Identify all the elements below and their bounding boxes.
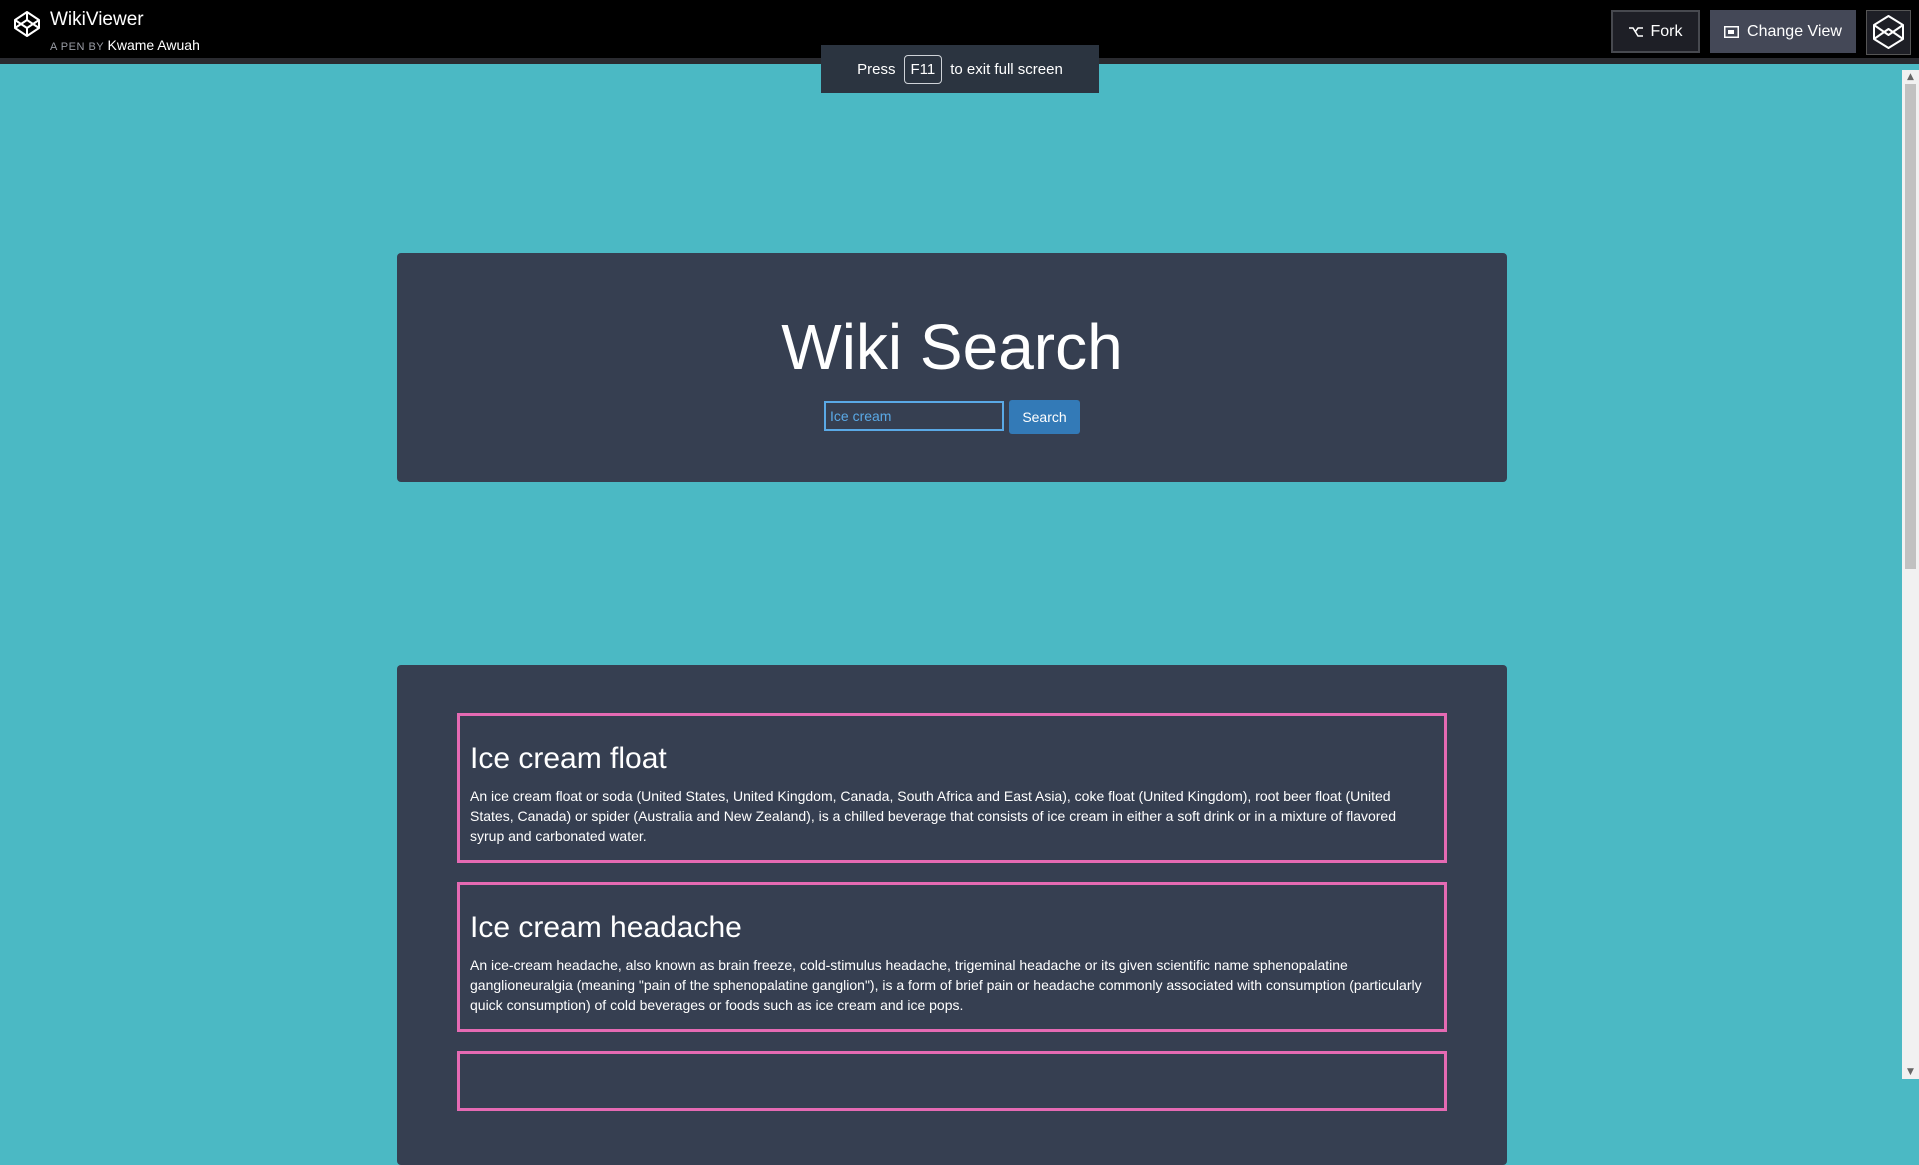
codepen-logo-icon[interactable]: [13, 10, 41, 38]
pen-author-link[interactable]: Kwame Awuah: [108, 37, 200, 53]
search-button[interactable]: Search: [1009, 400, 1080, 434]
change-view-button[interactable]: Change View: [1710, 10, 1856, 53]
search-input[interactable]: [824, 401, 1004, 431]
scroll-down-arrow-icon[interactable]: ▼: [1902, 1065, 1919, 1079]
fork-button[interactable]: Fork: [1611, 10, 1700, 53]
result-card[interactable]: [457, 1051, 1447, 1111]
user-avatar[interactable]: [1866, 10, 1911, 55]
result-snippet: An ice-cream headache, also known as bra…: [470, 957, 1422, 1013]
result-snippet: An ice cream float or soda (United State…: [470, 788, 1397, 844]
result-card[interactable]: Ice cream headache An ice-cream headache…: [457, 882, 1447, 1032]
pen-by-label: A PEN BY: [50, 41, 104, 53]
codepen-avatar-icon: [1873, 15, 1904, 49]
fullscreen-press-text: Press: [857, 60, 896, 78]
result-title[interactable]: Ice cream float: [470, 744, 1431, 774]
fork-label: Fork: [1650, 22, 1683, 40]
layout-icon: [1724, 25, 1740, 38]
fullscreen-message: to exit full screen: [950, 60, 1063, 78]
page-scrollbar[interactable]: ▲ ▼: [1902, 70, 1919, 1079]
search-panel: Wiki Search Search: [397, 253, 1507, 482]
page-title: Wiki Search: [781, 311, 1123, 383]
pen-title: WikiViewer: [50, 9, 144, 30]
f11-key: F11: [903, 54, 943, 84]
scrollbar-thumb[interactable]: [1905, 84, 1916, 569]
pen-byline: A PEN BY Kwame Awuah: [50, 37, 200, 53]
change-view-label: Change View: [1747, 22, 1842, 40]
result-title[interactable]: Ice cream headache: [470, 913, 1431, 943]
results-panel: Ice cream float An ice cream float or so…: [397, 665, 1507, 1165]
fork-icon: [1628, 26, 1643, 37]
fullscreen-notice: Press F11 to exit full screen: [821, 45, 1099, 93]
scroll-up-arrow-icon[interactable]: ▲: [1902, 70, 1919, 84]
result-card[interactable]: Ice cream float An ice cream float or so…: [457, 713, 1447, 863]
